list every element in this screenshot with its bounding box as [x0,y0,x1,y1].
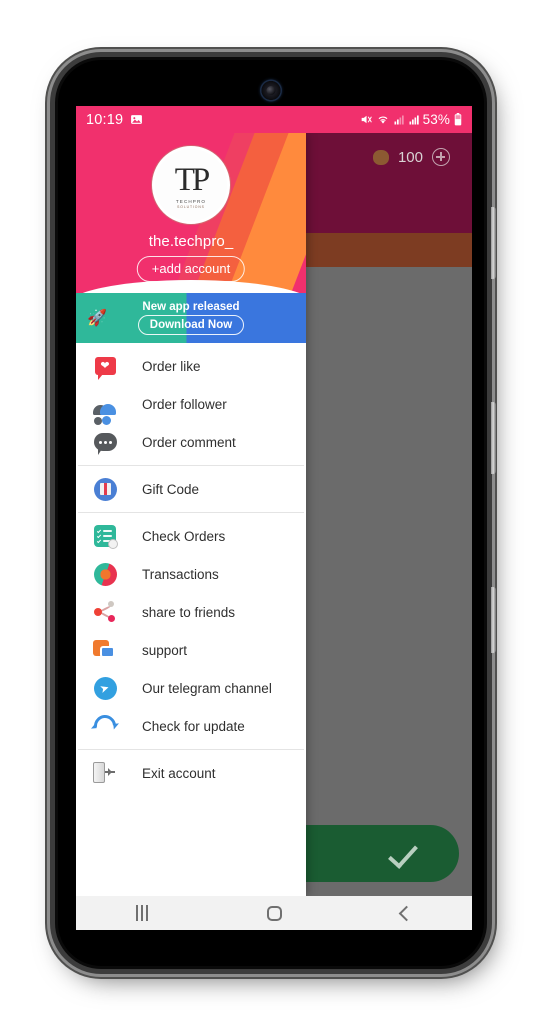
menu-item-support[interactable]: support [76,631,306,669]
menu-group-gift: Gift Code [76,466,306,512]
battery-percent: 53% [422,112,450,127]
download-now-button[interactable]: Download Now [137,315,245,335]
status-clock: 10:19 [86,111,124,128]
menu-item-transactions[interactable]: Transactions [76,555,306,593]
menu-item-label: Our telegram channel [142,680,272,696]
menu-item-label: Transactions [142,566,219,582]
phone-screen: 100 ly get 50 free coins. +50 Claimed [76,106,472,930]
menu-item-label: Order comment [142,434,236,450]
menu-item-label: Exit account [142,765,216,781]
menu-group-tools: Check Orders Transactions share to frien… [76,513,306,749]
menu-item-order-follower[interactable]: Order follower [76,385,306,425]
logo-brand-name: TECHPRO [175,198,207,204]
menu-item-label: Check for update [142,718,245,734]
banner-texts: New app released Download Now [76,293,306,343]
wifi-icon [378,116,388,124]
mute-icon [361,115,372,124]
promo-banner[interactable]: 🚀 New app released Download Now [76,293,306,343]
logo-monogram: TP [174,162,210,199]
status-system-icons: 53% [359,112,463,127]
back-icon[interactable] [399,905,415,921]
navigation-drawer: TP TECHPRO SOLUTIONS the.techpro_ +add a… [76,133,306,896]
plus-circle-icon[interactable] [432,148,450,166]
menu-item-label: Gift Code [142,481,200,497]
image-icon [131,115,143,124]
menu-item-order-comment[interactable]: Order comment [76,423,306,461]
logo-brand-sub: SOLUTIONS [177,204,205,209]
comment-bubble-icon [92,429,118,455]
checklist-icon [92,523,118,549]
menu-item-label: support [142,642,188,658]
menu-group-orders: ❤ Order like Order follower Order commen… [76,343,306,465]
menu-item-label: Check Orders [142,528,226,544]
status-bar: 10:19 53% [76,106,472,133]
profile-username: the.techpro_ [148,233,234,250]
refresh-icon [89,710,121,742]
telegram-icon [92,675,118,701]
home-icon[interactable] [266,905,282,921]
people-icon [92,391,118,425]
menu-item-label: share to friends [142,604,236,620]
status-notification-icons [130,113,143,126]
menu-item-gift-code[interactable]: Gift Code [76,470,306,508]
menu-item-check-orders[interactable]: Check Orders [76,517,306,555]
front-camera-icon [261,81,281,100]
avatar[interactable]: TP TECHPRO SOLUTIONS [152,146,230,224]
support-icon [92,637,118,663]
banner-title: New app released [142,301,240,313]
exit-door-icon [92,760,118,786]
coin-balance-value: 100 [397,148,423,166]
volume-side-button[interactable] [491,402,496,474]
menu-item-order-like[interactable]: ❤ Order like [76,347,306,385]
menu-item-label: Order like [142,358,201,374]
menu-item-label: Order follower [142,396,227,412]
phone-device-frame: 100 ly get 50 free coins. +50 Claimed [55,57,496,969]
phone-bezel: 100 ly get 50 free coins. +50 Claimed [58,60,484,966]
transactions-icon [92,561,118,587]
recents-icon[interactable] [135,905,148,921]
signal-bars-roaming-icon [409,115,419,124]
heart-badge-icon: ❤ [92,353,118,380]
menu-item-telegram-channel[interactable]: Our telegram channel [76,669,306,707]
checkmark-icon [388,838,418,869]
coin-balance-row: 100 [372,148,450,166]
android-nav-bar [76,896,472,930]
coin-icon [372,149,389,165]
menu-item-check-for-update[interactable]: Check for update [76,707,306,745]
add-account-button[interactable]: +add account [136,256,246,282]
battery-icon [454,113,462,126]
menu-item-share-to-friends[interactable]: share to friends [76,593,306,631]
mute-side-button[interactable] [491,207,496,279]
menu-item-exit-account[interactable]: Exit account [76,754,306,792]
menu-group-account: Exit account [76,750,306,796]
power-side-button[interactable] [491,587,496,653]
drawer-profile-header: TP TECHPRO SOLUTIONS the.techpro_ +add a… [76,133,306,293]
gift-icon [92,476,118,502]
signal-bars-icon [394,115,404,124]
share-icon [92,599,118,625]
